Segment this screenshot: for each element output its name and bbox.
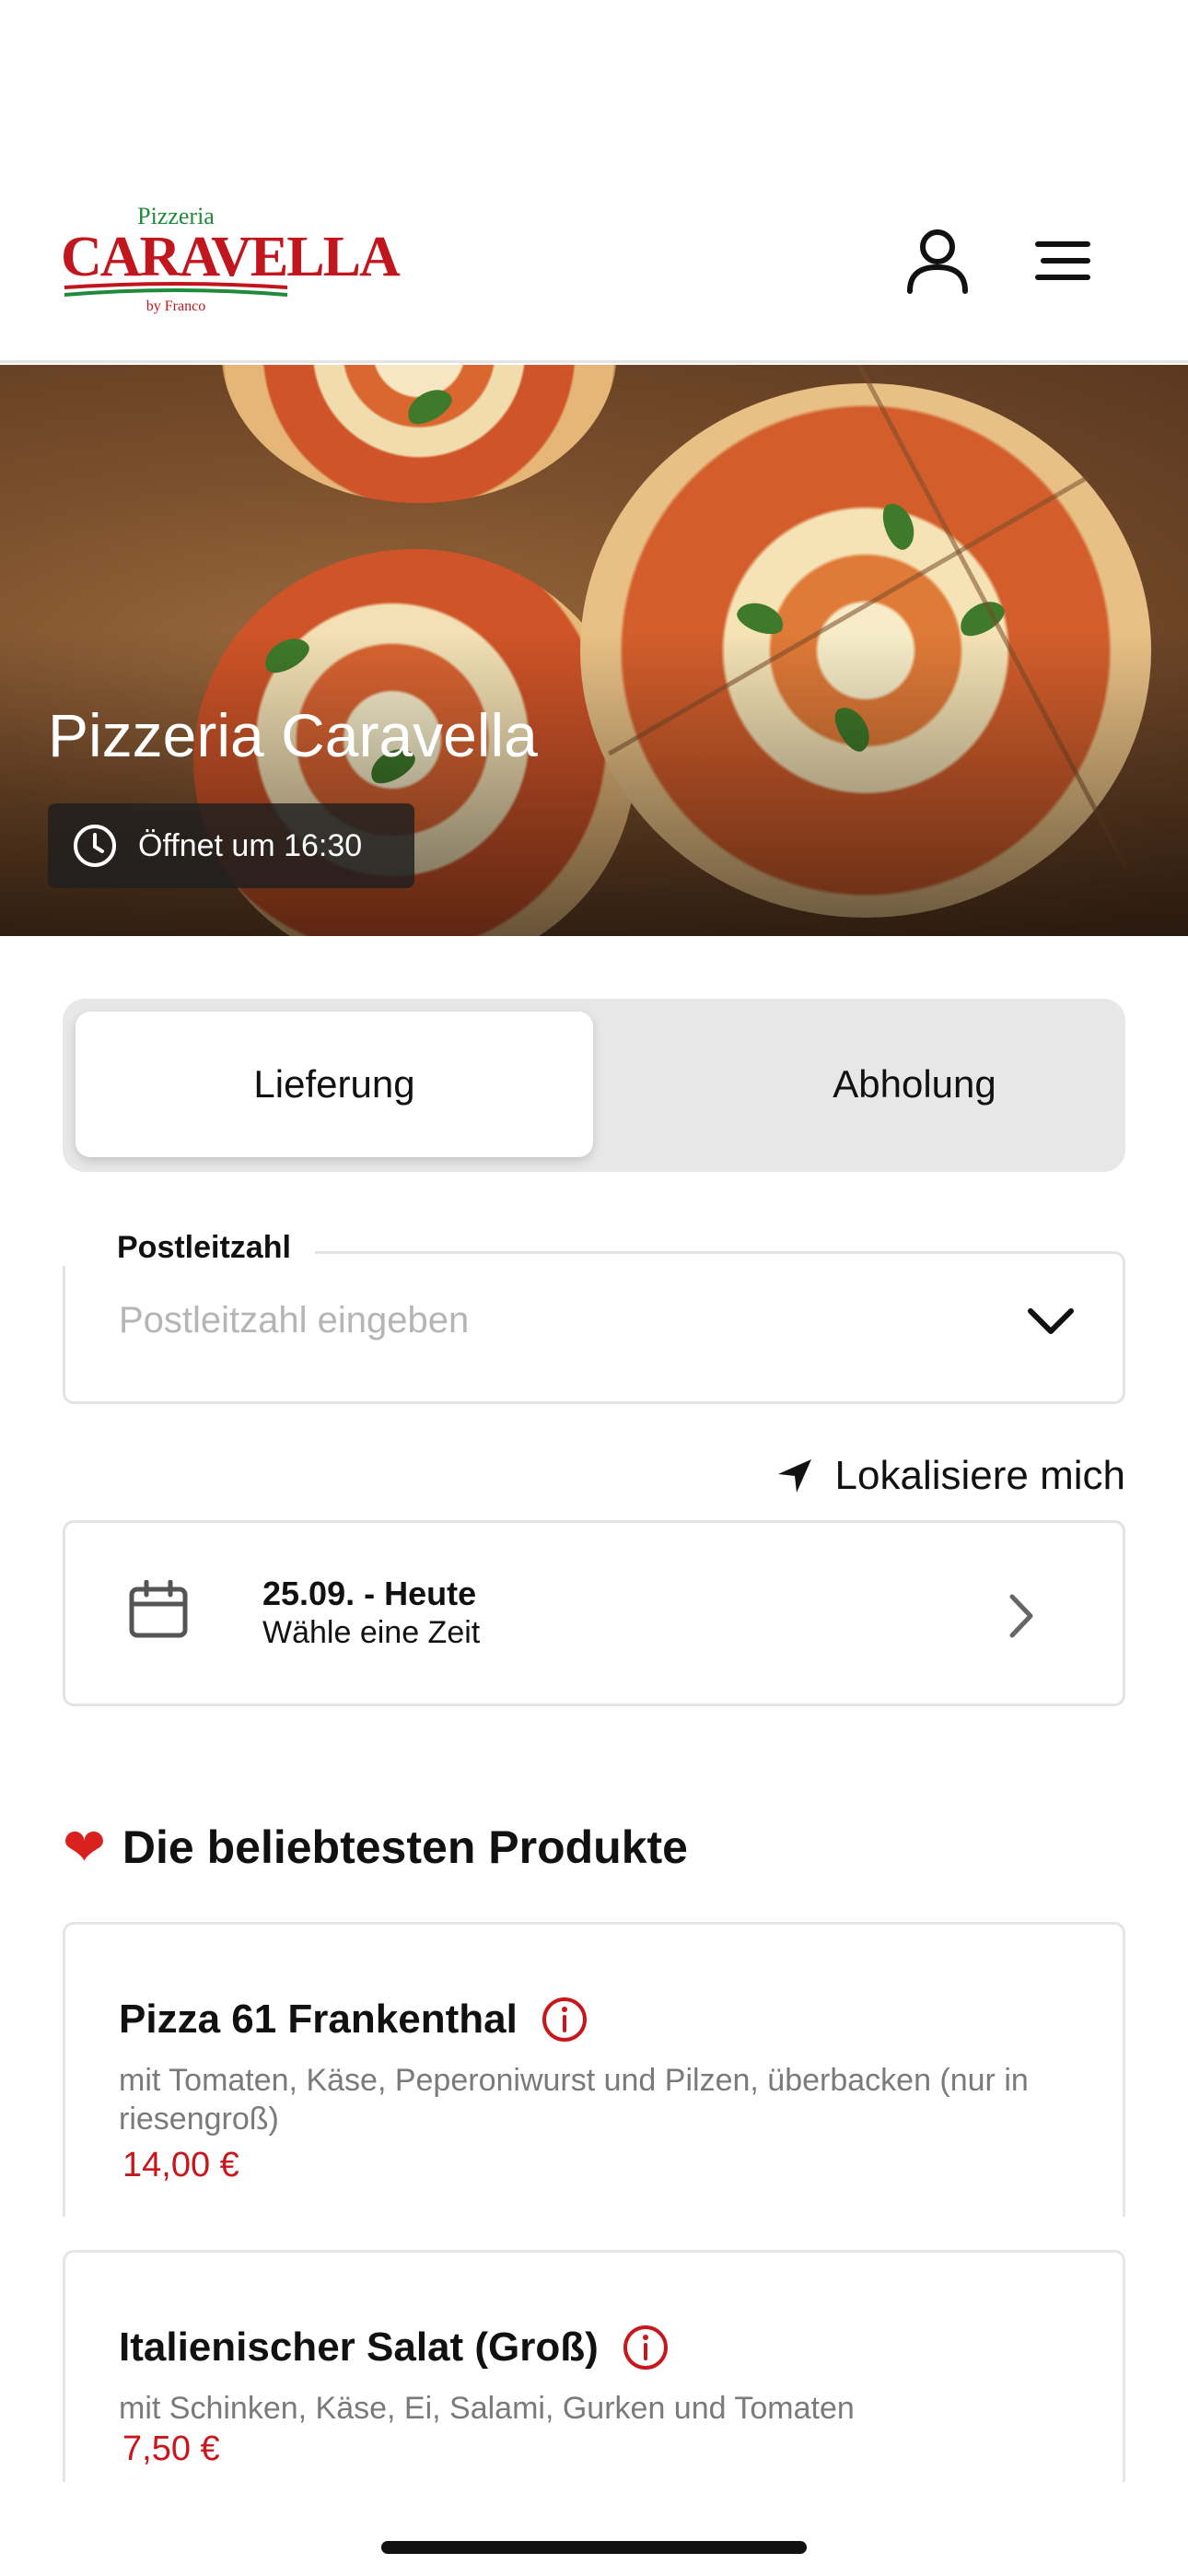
delivery-time-selector[interactable]: 25.09. - Heute Wähle eine Zeit: [63, 1520, 1125, 1706]
calendar-icon: [129, 1580, 188, 1638]
hero-gradient: [0, 632, 1188, 936]
product-name: Pizza 61 Frankenthal: [119, 1996, 518, 2042]
home-indicator[interactable]: [381, 2541, 807, 2554]
caravella-logo[interactable]: Pizzeria CARAVELLA by Franco: [61, 201, 401, 321]
locate-me-label: Lokalisiere mich: [834, 1453, 1125, 1498]
selected-date: 25.09. - Heute: [262, 1575, 477, 1612]
product-description: mit Schinken, Käse, Ei, Salami, Gurken u…: [119, 2391, 855, 2426]
menu-button[interactable]: [1026, 221, 1100, 300]
chevron-down-icon[interactable]: [1027, 1306, 1075, 1337]
postcode-input[interactable]: [119, 1300, 948, 1341]
clock-icon: [74, 825, 116, 867]
tab-pickup[interactable]: Abholung: [656, 1012, 1173, 1157]
product-card[interactable]: Italienischer Salat (Groß) mit Schinken,…: [63, 2250, 1125, 2482]
popular-products-title: Die beliebtesten Produkte: [122, 1821, 688, 1873]
location-arrow-icon: [777, 1459, 811, 1493]
product-price: 7,50 €: [122, 2430, 220, 2468]
product-name-row: Italienischer Salat (Groß): [119, 2324, 669, 2371]
account-button[interactable]: [901, 221, 974, 300]
popular-products-heading: ❤ Die beliebtesten Produkte: [63, 1817, 688, 1878]
logo-main-text: CARAVELLA: [61, 226, 401, 288]
user-icon: [907, 229, 968, 294]
time-hint: Wähle eine Zeit: [262, 1615, 481, 1650]
postcode-field[interactable]: Postleitzahl: [52, 1230, 1125, 1404]
app-header: Pizzeria CARAVELLA by Franco: [0, 0, 1188, 363]
chevron-right-icon: [1009, 1594, 1033, 1638]
heart-icon: ❤: [63, 1818, 106, 1876]
product-description: mit Tomaten, Käse, Peperoniwurst und Pil…: [119, 2063, 1029, 2137]
restaurant-name: Pizzeria Caravella: [48, 701, 538, 769]
info-icon[interactable]: [542, 1996, 588, 2043]
product-name: Italienischer Salat (Groß): [119, 2324, 599, 2370]
opening-hours-text: Öffnet um 16:30: [138, 827, 363, 863]
info-icon[interactable]: [623, 2324, 669, 2371]
logo-sub-text: by Franco: [146, 299, 206, 314]
product-card[interactable]: Pizza 61 Frankenthal mit Tomaten, Käse, …: [63, 1922, 1125, 2217]
product-price: 14,00 €: [122, 2146, 239, 2184]
logo-swoosh: [64, 282, 288, 297]
pizza-image: [221, 365, 617, 503]
postcode-label: Postleitzahl: [52, 1230, 315, 1266]
locate-me-button[interactable]: Lokalisiere mich: [755, 1446, 1125, 1505]
hamburger-menu-icon: [1035, 241, 1090, 280]
tab-delivery[interactable]: Lieferung: [76, 1012, 593, 1157]
product-name-row: Pizza 61 Frankenthal: [119, 1996, 588, 2043]
opening-hours-badge: Öffnet um 16:30: [48, 803, 414, 888]
order-mode-toggle: Lieferung Abholung: [63, 999, 1125, 1172]
